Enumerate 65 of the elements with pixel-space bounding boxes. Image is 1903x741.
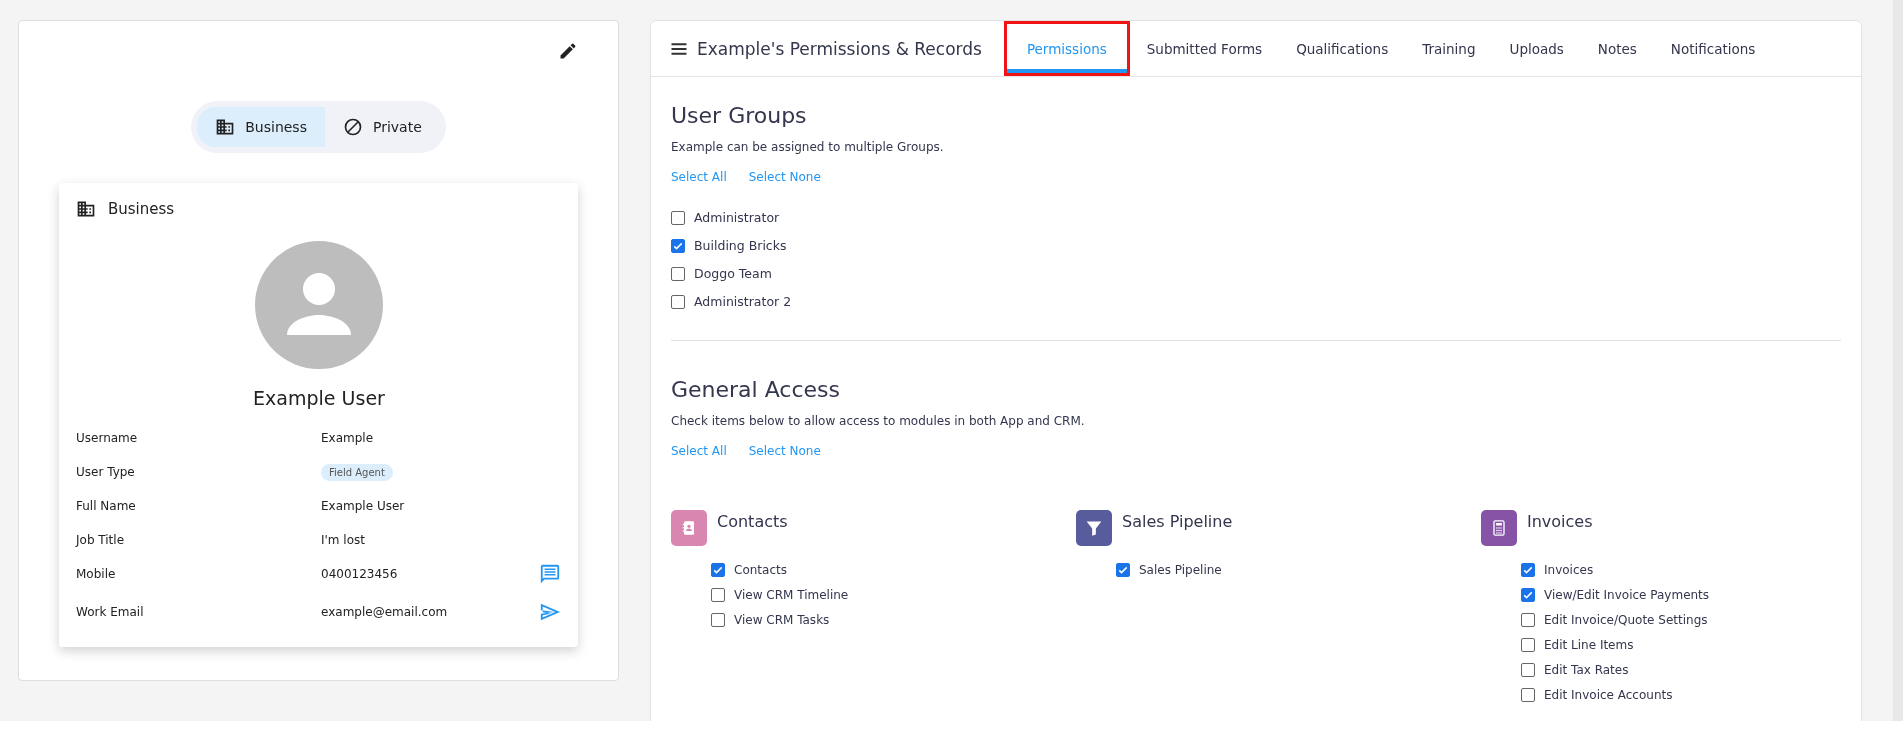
checkbox[interactable] <box>1521 587 1535 602</box>
user-name: Example User <box>253 387 385 409</box>
checkbox-label: Administrator 2 <box>694 294 792 309</box>
tab[interactable]: Uploads <box>1492 21 1581 76</box>
tab[interactable]: Submitted Forms <box>1129 21 1280 76</box>
checkbox[interactable] <box>1521 687 1535 702</box>
checkbox-label: Edit Line Items <box>1544 637 1634 652</box>
section-description: Example can be assigned to multiple Groups. <box>671 140 945 154</box>
message-icon[interactable] <box>539 563 561 585</box>
checkbox-label: Invoices <box>1544 562 1594 577</box>
tab[interactable]: Training <box>1405 21 1493 76</box>
panel-title: Example's Permissions & Records <box>697 38 982 59</box>
checkbox[interactable] <box>671 266 685 281</box>
field-label: Full Name <box>76 499 137 513</box>
field-value: Example <box>321 431 375 445</box>
checkbox[interactable] <box>711 587 725 602</box>
checkbox[interactable] <box>1521 562 1535 577</box>
mode-toggle-option[interactable]: Private <box>324 107 440 147</box>
send-icon[interactable] <box>539 601 561 623</box>
checkbox[interactable] <box>1116 562 1130 577</box>
checkbox-label: Edit Invoice/Quote Settings <box>1544 612 1708 627</box>
checkbox[interactable] <box>1521 662 1535 677</box>
field-label: User Type <box>76 465 136 479</box>
tab[interactable]: Notifications <box>1653 21 1773 76</box>
checkbox-label: View CRM Tasks <box>734 612 830 627</box>
tab[interactable]: Qualifications <box>1279 21 1406 76</box>
checkbox[interactable] <box>711 612 725 627</box>
checkbox[interactable] <box>671 210 685 225</box>
block-icon <box>342 117 363 137</box>
checkbox-label: Sales Pipeline <box>1139 562 1222 577</box>
checkbox[interactable] <box>711 562 725 577</box>
section-title: User Groups <box>671 103 808 128</box>
field-value: example@email.com <box>321 605 449 619</box>
field-value: Example User <box>321 499 406 513</box>
checkbox-label: Edit Invoice Accounts <box>1544 687 1673 702</box>
tab[interactable]: Notes <box>1580 21 1654 76</box>
avatar-icon <box>255 241 383 369</box>
edit-icon[interactable] <box>558 41 578 61</box>
building-icon <box>215 117 236 137</box>
section-title: General Access <box>671 377 841 402</box>
field-value: 0400123456 <box>321 567 399 581</box>
checkbox-label: Doggo Team <box>694 266 772 281</box>
module-title: Invoices <box>1527 512 1593 531</box>
field-label: Username <box>76 431 139 445</box>
checkbox[interactable] <box>1521 612 1535 627</box>
field-value: I'm lost <box>321 533 366 547</box>
field-label: Mobile <box>76 567 117 581</box>
section-description: Check items below to allow access to modules in both App and CRM. <box>671 414 1086 428</box>
checkbox[interactable] <box>671 294 685 309</box>
mode-toggle-option[interactable]: Business <box>197 107 325 147</box>
field-label: Work Email <box>76 605 145 619</box>
checkbox-label: Administrator <box>694 210 780 225</box>
checkbox[interactable] <box>671 238 685 253</box>
module-title: Sales Pipeline <box>1122 512 1233 531</box>
checkbox-label: View CRM Timeline <box>734 587 849 602</box>
building-icon <box>76 199 96 219</box>
field-label: Job Title <box>76 533 126 547</box>
card-title: Business <box>108 200 175 218</box>
checkbox-label: Contacts <box>734 562 787 577</box>
checkbox-label: Edit Tax Rates <box>1544 662 1629 677</box>
checkbox-label: View/Edit Invoice Payments <box>1544 587 1710 602</box>
module-title: Contacts <box>717 512 788 531</box>
user-type-chip: Field Agent <box>321 463 393 481</box>
checkbox-label: Building Bricks <box>694 238 787 253</box>
checkbox[interactable] <box>1521 637 1535 652</box>
